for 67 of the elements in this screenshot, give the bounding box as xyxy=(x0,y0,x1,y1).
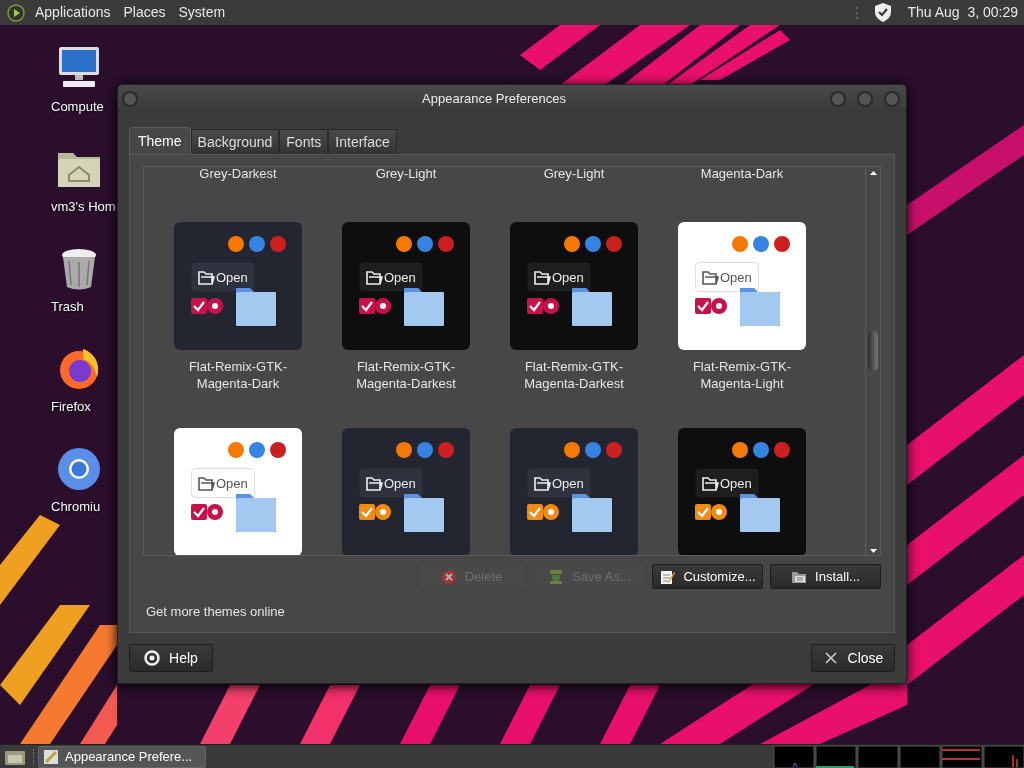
notepad-pencil-icon xyxy=(659,568,676,585)
window-buttons-icon xyxy=(564,236,622,252)
scrollbar-thumb[interactable] xyxy=(868,331,878,371)
desktop-icon-label[interactable]: vm3's Hom xyxy=(51,197,116,217)
window-buttons-icon xyxy=(228,236,286,252)
theme-name[interactable]: Grey-Light xyxy=(543,167,605,222)
handle-icon xyxy=(855,4,860,21)
action-button[interactable]: Customize... xyxy=(652,564,763,589)
theme-preview[interactable]: Open xyxy=(174,428,302,555)
menu-item[interactable]: Places xyxy=(123,2,166,23)
desktop-icon-label[interactable]: Trash xyxy=(51,297,84,317)
menu-item[interactable]: Applications xyxy=(35,2,111,23)
preview-button: Open xyxy=(191,468,255,498)
preview-button: Open xyxy=(695,262,759,292)
scroll-up-arrow-icon xyxy=(869,170,878,176)
theme-preview[interactable]: Open xyxy=(678,222,806,350)
window-buttons-icon xyxy=(396,236,454,252)
tab[interactable]: Theme xyxy=(129,127,191,154)
logo-icon[interactable] xyxy=(7,3,25,22)
theme-name[interactable]: Flat-Remix-GTK-Magenta-Light xyxy=(672,358,812,392)
window-buttons-icon xyxy=(228,442,286,458)
desktop-icon-label[interactable]: Compute xyxy=(51,97,104,117)
close-icon xyxy=(822,650,839,666)
scroll-down-arrow-icon xyxy=(869,548,878,554)
theme-name[interactable]: Grey-Light xyxy=(375,167,437,222)
tab[interactable]: Interface xyxy=(328,129,397,154)
theme-preview[interactable]: Open xyxy=(342,222,470,350)
folder-icon xyxy=(740,288,780,326)
window-title: Appearance Preferences xyxy=(421,90,567,109)
delete-icon xyxy=(440,568,457,585)
folder-icon xyxy=(404,494,444,532)
theme-preview[interactable]: Open xyxy=(342,428,470,555)
theme-name[interactable]: Grey-Darkest xyxy=(199,167,277,222)
theme-name[interactable]: Flat-Remix-GTK-Magenta-Dark xyxy=(168,358,308,392)
close-button[interactable]: Close xyxy=(811,644,895,672)
theme-name[interactable]: Magenta-Dark xyxy=(700,167,784,222)
theme-preview[interactable]: Open xyxy=(510,222,638,350)
folder-icon xyxy=(572,494,612,532)
theme-preview[interactable]: Open xyxy=(510,428,638,555)
window-buttons-icon xyxy=(396,442,454,458)
save-icon xyxy=(548,568,565,585)
folder-icon xyxy=(404,288,444,326)
taskbar-button[interactable]: Appearance Prefere... xyxy=(38,745,206,768)
folder-icon xyxy=(740,494,780,532)
appearance-icon xyxy=(42,747,60,766)
theme-name[interactable]: Flat-Remix-GTK-Magenta-Darkest xyxy=(336,358,476,392)
window-buttons-icon xyxy=(732,442,790,458)
tab[interactable]: Background xyxy=(190,129,280,154)
window-buttons-icon xyxy=(732,236,790,252)
menu-item[interactable]: System xyxy=(178,2,226,23)
theme-name[interactable]: Flat-Remix-GTK-Magenta-Darkest xyxy=(504,358,644,392)
window-buttons-icon xyxy=(564,442,622,458)
themes-online-link[interactable]: Get more themes online xyxy=(146,602,285,622)
clock[interactable]: Thu Aug 3, 00:29 xyxy=(907,2,1018,23)
theme-preview[interactable]: Open xyxy=(174,222,302,350)
help-icon xyxy=(144,650,161,666)
tab[interactable]: Fonts xyxy=(279,129,329,154)
folder-icon xyxy=(572,288,612,326)
action-button[interactable]: Install... xyxy=(770,564,881,589)
folder-icon xyxy=(236,288,276,326)
shield-icon[interactable] xyxy=(873,2,894,23)
help-button[interactable]: Help xyxy=(129,644,213,672)
folder-icon xyxy=(236,494,276,532)
scrollbar[interactable] xyxy=(865,167,880,555)
desktop-icon-label[interactable]: Chromiu xyxy=(51,497,101,517)
desktop-icon-label[interactable]: Firefox xyxy=(51,397,91,417)
theme-preview[interactable]: Open xyxy=(678,428,806,555)
